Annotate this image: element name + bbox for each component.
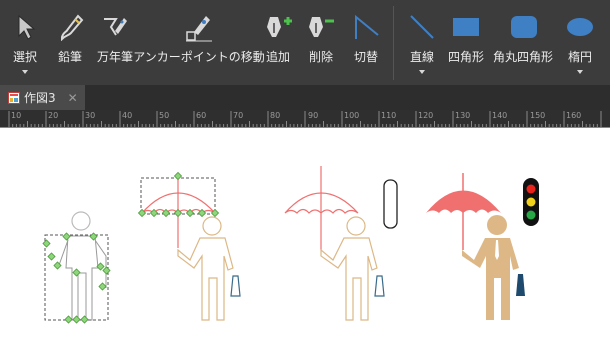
select-tool-label: 選択: [12, 50, 38, 64]
tab-title: 作図3: [24, 91, 56, 105]
ellipse-icon: [566, 12, 594, 42]
chevron-down-icon[interactable]: [577, 70, 583, 74]
ruler-mark: 50: [159, 111, 170, 120]
chevron-down-icon[interactable]: [419, 70, 425, 74]
ellipse-tool-label: 楕円: [567, 50, 593, 64]
pencil-tool-button[interactable]: 鉛筆: [50, 0, 90, 85]
person-outline-selected[interactable]: [42, 211, 111, 324]
traffic-light-outline[interactable]: [383, 179, 398, 229]
rectangle-tool-button[interactable]: 四角形: [444, 0, 488, 85]
tab-document[interactable]: 作図3 ✕: [0, 85, 85, 110]
ruler-mark: 10: [11, 111, 22, 120]
anchor-add-icon: [264, 12, 294, 42]
rounded-rectangle-tool-label: 角丸四角形: [492, 50, 554, 64]
ruler-mark: 100: [344, 111, 360, 120]
person-tan-outline-2[interactable]: [320, 216, 385, 321]
document-tab-bar: 作図3 ✕: [0, 85, 610, 110]
ruler-mark: 110: [381, 111, 397, 120]
anchor-convert-tool-button[interactable]: 切替: [344, 0, 388, 85]
anchor-delete-icon: [306, 12, 336, 42]
pencil-icon: [58, 12, 84, 42]
rectangle-tool-label: 四角形: [447, 50, 485, 64]
anchor-convert-icon: [352, 12, 380, 42]
rounded-rectangle-tool-button[interactable]: 角丸四角形: [490, 0, 556, 85]
umbrella-outline-selected[interactable]: [137, 171, 220, 248]
ruler-mark: 140: [492, 111, 508, 120]
ruler-mark: 80: [270, 111, 281, 120]
person-tan-outline[interactable]: [177, 216, 241, 321]
ruler-mark: 150: [530, 111, 546, 120]
ellipse-tool-button[interactable]: 楕円: [558, 0, 602, 85]
horizontal-ruler: 10 20 30 40 50 60 70 80 90 100 110 120 1…: [0, 110, 610, 128]
anchor-move-icon: [184, 12, 214, 42]
anchor-delete-tool-button[interactable]: 削除: [300, 0, 342, 85]
document-icon: [8, 91, 20, 104]
anchor-convert-tool-label: 切替: [353, 50, 379, 64]
rectangle-icon: [452, 12, 480, 42]
traffic-light[interactable]: [523, 178, 539, 226]
anchor-add-tool-button[interactable]: 追加: [258, 0, 298, 85]
fountain-pen-tool-label: 万年筆: [96, 50, 134, 64]
person-tan-filled[interactable]: [462, 215, 525, 320]
drawing-canvas[interactable]: [0, 128, 610, 340]
chevron-down-icon[interactable]: [22, 70, 28, 74]
anchor-move-tool-button[interactable]: アンカーポイントの移動: [133, 0, 265, 85]
toolbar: 選択 鉛筆 万年筆 アンカーポイントの移動 追加 削除 切替 直線 四角形 角丸…: [0, 0, 610, 85]
umbrella-outline[interactable]: [284, 166, 359, 250]
anchor-delete-tool-label: 削除: [308, 50, 334, 64]
pencil-tool-label: 鉛筆: [57, 50, 83, 64]
ruler-mark: 20: [48, 111, 59, 120]
select-tool-button[interactable]: 選択: [2, 0, 48, 85]
fountain-pen-icon: [102, 12, 128, 42]
ruler-mark: 120: [418, 111, 434, 120]
ruler-mark: 30: [85, 111, 96, 120]
ruler-mark: 160: [566, 111, 582, 120]
ruler-mark: 40: [122, 111, 133, 120]
line-tool-button[interactable]: 直線: [402, 0, 442, 85]
canvas-drawing[interactable]: [0, 128, 610, 340]
rounded-rectangle-icon: [510, 12, 538, 42]
ruler-mark: 90: [308, 111, 319, 120]
fountain-pen-tool-button[interactable]: 万年筆: [92, 0, 138, 85]
ruler-mark: 60: [196, 111, 207, 120]
line-tool-label: 直線: [409, 50, 435, 64]
toolbar-divider: [393, 6, 394, 80]
ruler-mark: 130: [455, 111, 471, 120]
close-icon[interactable]: ✕: [68, 91, 78, 105]
anchor-move-tool-label: アンカーポイントの移動: [133, 50, 265, 64]
ruler-mark: 70: [233, 111, 244, 120]
anchor-add-tool-label: 追加: [265, 50, 291, 64]
line-icon: [408, 12, 436, 42]
pointer-icon: [14, 12, 38, 42]
